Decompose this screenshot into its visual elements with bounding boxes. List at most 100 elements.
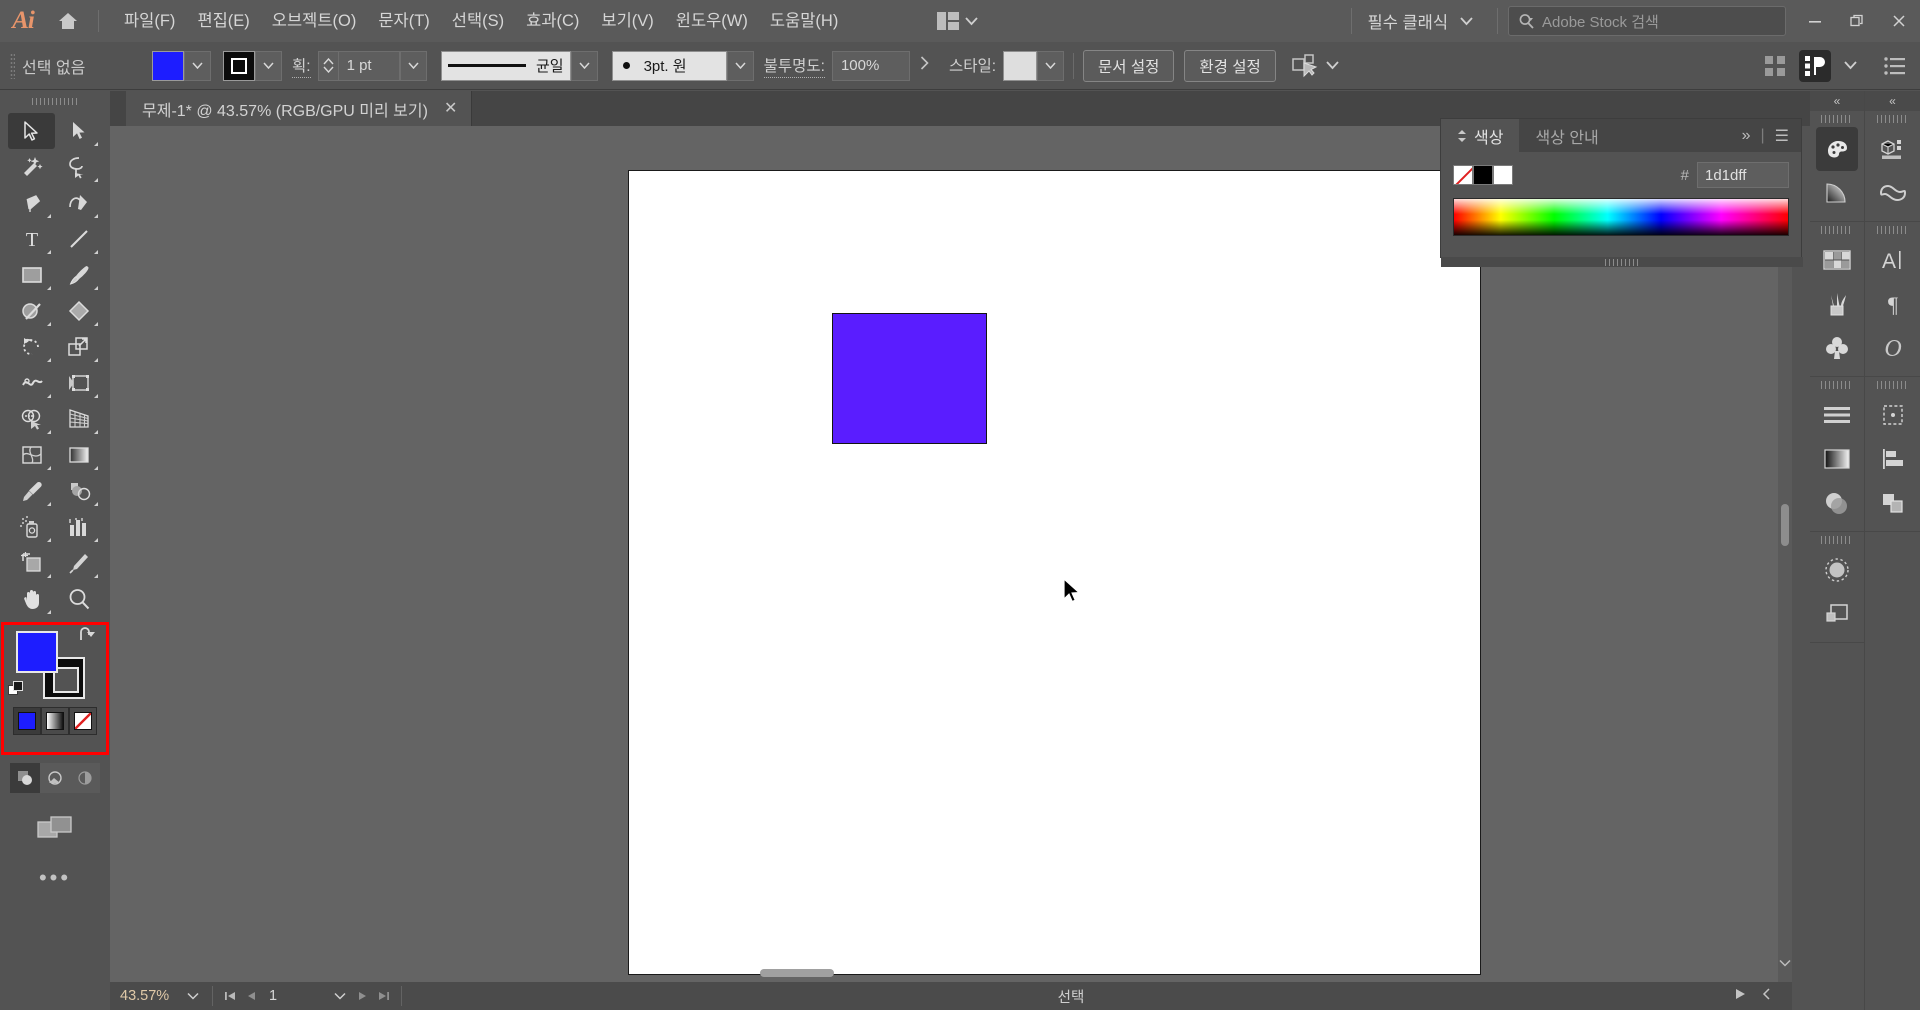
toolbar-fill-swatch[interactable]: [16, 631, 58, 673]
line-segment-tool[interactable]: [55, 221, 102, 257]
artboard-tool[interactable]: [8, 545, 55, 581]
character-panel-icon[interactable]: A: [1865, 238, 1920, 282]
zoom-tool[interactable]: [55, 581, 102, 617]
horizontal-scroll-track[interactable]: [730, 964, 1540, 978]
hand-tool[interactable]: [8, 581, 55, 617]
slice-tool[interactable]: [55, 545, 102, 581]
selection-tool[interactable]: [8, 113, 55, 149]
mesh-tool[interactable]: [8, 437, 55, 473]
rotate-tool[interactable]: [8, 329, 55, 365]
brush-definition-control[interactable]: 3pt. 원: [611, 50, 754, 81]
zoom-dropdown-button[interactable]: [180, 992, 206, 1000]
brushes-panel-icon[interactable]: [1810, 282, 1864, 326]
stock-search-input[interactable]: Adobe Stock 검색: [1508, 6, 1786, 36]
symbol-sprayer-tool[interactable]: [8, 509, 55, 545]
minimize-button[interactable]: [1794, 0, 1836, 42]
artboard-number-value[interactable]: 1: [261, 988, 327, 1004]
expand-panel-icon[interactable]: »: [1742, 127, 1751, 145]
gradient-fill-mode-button[interactable]: [41, 707, 69, 735]
blend-tool[interactable]: [55, 473, 102, 509]
shaper-tool[interactable]: [8, 293, 55, 329]
stroke-color-control[interactable]: [223, 50, 282, 81]
artboards-panel-icon[interactable]: [1865, 393, 1920, 437]
dock-group-gripper[interactable]: [1810, 111, 1864, 127]
scale-tool[interactable]: [55, 329, 102, 365]
menu-item-edit[interactable]: 편집(E): [186, 0, 260, 42]
menu-item-view[interactable]: 보기(V): [590, 0, 664, 42]
artboard-nav-next[interactable]: [353, 989, 373, 1003]
opacity-value[interactable]: 100%: [831, 50, 910, 81]
curvature-tool[interactable]: [55, 185, 102, 221]
rectangle-shape[interactable]: [832, 313, 987, 444]
document-setup-button[interactable]: 문서 설정: [1083, 49, 1175, 82]
eyedropper-tool[interactable]: [8, 473, 55, 509]
variable-width-profile-control[interactable]: 균일: [440, 50, 598, 81]
swatches-panel-icon[interactable]: [1816, 127, 1858, 171]
black-swatch[interactable]: [1473, 165, 1493, 185]
draw-behind-button[interactable]: [40, 763, 70, 793]
arrange-documents-button[interactable]: [927, 12, 988, 30]
tab-color-guide[interactable]: 색상 안내: [1519, 119, 1615, 152]
stroke-dropdown-button[interactable]: [255, 50, 282, 81]
fill-color-control[interactable]: [152, 50, 211, 81]
menu-item-file[interactable]: 파일(F): [113, 0, 186, 42]
default-fill-stroke-icon[interactable]: [8, 681, 26, 704]
artboard-nav-prev[interactable]: [241, 989, 261, 1003]
column-graph-tool[interactable]: [55, 509, 102, 545]
close-icon[interactable]: ✕: [444, 100, 457, 117]
menu-item-window[interactable]: 윈도우(W): [665, 0, 759, 42]
pen-tool[interactable]: [8, 185, 55, 221]
stroke-weight-stepper[interactable]: [317, 50, 338, 81]
gradient-bar-icon[interactable]: [1810, 437, 1864, 481]
menu-item-effect[interactable]: 효과(C): [515, 0, 590, 42]
color-panel-resize-gripper[interactable]: [1441, 257, 1803, 267]
dock-group-gripper[interactable]: [1810, 532, 1864, 548]
color-swatches-grid-icon[interactable]: [1810, 238, 1864, 282]
collapse-panels-right-icon[interactable]: «: [1865, 91, 1920, 111]
white-swatch[interactable]: [1493, 165, 1513, 185]
graphic-style-control[interactable]: [1003, 50, 1065, 81]
menu-item-help[interactable]: 도움말(H): [759, 0, 849, 42]
dock-group-gripper[interactable]: [1865, 111, 1920, 127]
fill-dropdown-button[interactable]: [184, 50, 211, 81]
close-button[interactable]: [1878, 0, 1920, 42]
stroke-weight-value[interactable]: 1 pt: [337, 50, 400, 81]
dock-group-gripper[interactable]: [1810, 377, 1864, 393]
perspective-grid-tool[interactable]: [55, 401, 102, 437]
more-tools-button[interactable]: •••: [0, 865, 110, 891]
stroke-panel-icon[interactable]: [1810, 393, 1864, 437]
panel-menu-icon[interactable]: ☰: [1775, 126, 1789, 146]
status-text[interactable]: 선택: [408, 986, 1734, 1007]
gradient-panel-icon[interactable]: [1810, 171, 1864, 215]
control-bar-gripper[interactable]: [10, 52, 15, 79]
paintbrush-tool[interactable]: [55, 257, 102, 293]
eraser-tool[interactable]: [55, 293, 102, 329]
screen-mode-button[interactable]: [0, 815, 110, 843]
free-transform-tool[interactable]: [55, 365, 102, 401]
none-fill-mode-button[interactable]: [69, 707, 97, 735]
vertical-scroll-thumb[interactable]: [1781, 504, 1789, 546]
shape-builder-tool[interactable]: [8, 401, 55, 437]
symbols-panel-icon[interactable]: [1810, 326, 1864, 370]
color-fill-mode-button[interactable]: [13, 707, 41, 735]
appearance-panel-icon[interactable]: [1810, 548, 1864, 592]
horizontal-scroll-thumb[interactable]: [760, 969, 834, 977]
draw-inside-button[interactable]: [70, 763, 100, 793]
artboard-nav-last[interactable]: [373, 989, 395, 1003]
stroke-weight-dropdown[interactable]: [399, 50, 427, 81]
select-similar-control[interactable]: [1292, 53, 1339, 78]
dock-group-gripper[interactable]: [1810, 222, 1864, 238]
chevron-down-icon[interactable]: [1844, 61, 1857, 70]
paragraph-panel-icon[interactable]: ¶: [1865, 282, 1920, 326]
stroke-weight-control[interactable]: 1 pt: [317, 50, 427, 81]
scroll-down-icon[interactable]: [1778, 958, 1792, 970]
creative-cloud-libraries-icon[interactable]: [1865, 171, 1920, 215]
color-spectrum-bar[interactable]: [1453, 198, 1789, 236]
zoom-level-value[interactable]: 43.57%: [110, 988, 180, 1004]
align-grid-icon[interactable]: [1764, 55, 1786, 77]
menu-item-select[interactable]: 선택(S): [441, 0, 515, 42]
stroke-swatch[interactable]: [223, 50, 255, 81]
hex-input[interactable]: 1d1dff: [1697, 162, 1789, 188]
artboard-dropdown-button[interactable]: [327, 992, 353, 1000]
type-tool[interactable]: T: [8, 221, 55, 257]
